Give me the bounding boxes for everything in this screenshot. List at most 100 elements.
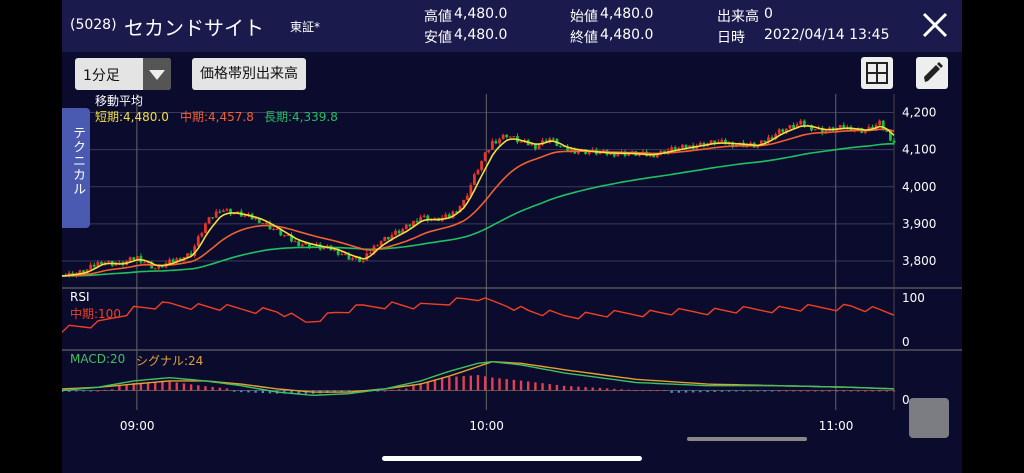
macd-histogram-bar xyxy=(462,376,465,391)
candle-body xyxy=(763,140,767,143)
macd-histogram-bar xyxy=(67,390,71,392)
candle-body xyxy=(107,260,111,263)
candle-body xyxy=(383,236,387,242)
macd-histogram-bar xyxy=(469,375,473,391)
candle-body xyxy=(200,233,204,237)
resize-handle-icon xyxy=(909,398,949,438)
candle-body xyxy=(863,131,867,133)
candle-body xyxy=(537,144,541,149)
macd-histogram-bar xyxy=(878,390,881,392)
candle-body xyxy=(207,217,211,224)
candle-body xyxy=(799,120,803,125)
candle-body xyxy=(376,245,379,247)
candle-body xyxy=(168,259,171,264)
candle-body xyxy=(153,268,157,270)
macd-histogram-bar xyxy=(254,390,257,393)
candle-body xyxy=(551,138,555,140)
macd-histogram-bar xyxy=(146,382,150,391)
macd-histogram-bar xyxy=(240,390,243,393)
candle-body xyxy=(415,220,419,223)
candle-body xyxy=(297,241,301,247)
candle-body xyxy=(361,260,365,262)
macd-histogram-bar xyxy=(785,390,788,392)
candle-body xyxy=(282,235,286,237)
macd-histogram-bar xyxy=(806,390,810,392)
macd-histogram-bar xyxy=(778,390,781,392)
candle-body xyxy=(490,141,494,150)
macd-histogram-bar xyxy=(577,386,580,391)
macd-histogram-bar xyxy=(189,384,193,391)
macd-histogram-bar xyxy=(677,390,681,393)
macd-histogram-bar xyxy=(505,379,508,391)
chart-canvas[interactable]: 4,200 4,100 4,000 3,900 3,800 100 0 0 09:00 10:00… xyxy=(62,0,962,473)
candle-body xyxy=(487,149,491,153)
technical-tab-label: テクニカル xyxy=(70,126,85,196)
candle-body xyxy=(587,151,591,154)
home-indicator[interactable] xyxy=(382,456,642,461)
candle-body xyxy=(498,139,501,144)
price-tick-label: 3,800 xyxy=(902,254,936,268)
candle-body xyxy=(616,153,620,157)
ma-title: 移動平均 xyxy=(95,94,144,108)
macd-histogram-bar xyxy=(670,390,673,393)
candle-body xyxy=(670,147,674,151)
macd-histogram-bar xyxy=(598,387,602,391)
macd-histogram-bar xyxy=(562,385,566,391)
macd-histogram-bar xyxy=(397,389,401,391)
macd-histogram-bar xyxy=(448,377,451,391)
candle-body xyxy=(473,174,476,185)
macd-histogram-bar xyxy=(691,390,695,393)
macd-tick-label: 0 xyxy=(902,393,910,407)
macd-histogram-bar xyxy=(684,390,688,393)
candle-body xyxy=(792,125,795,128)
macd-histogram-bar xyxy=(75,390,78,392)
candle-body xyxy=(211,217,215,219)
macd-histogram-bar xyxy=(770,390,774,392)
candle-body xyxy=(272,229,275,231)
macd-histogram-bar xyxy=(656,390,659,392)
rsi-tick-label: 0 xyxy=(902,335,910,349)
macd-histogram-bar xyxy=(864,390,867,392)
macd-histogram-bar xyxy=(591,387,594,391)
price-tick-label: 4,200 xyxy=(902,106,936,120)
candle-body xyxy=(92,264,96,267)
candle-body xyxy=(519,141,523,143)
macd-histogram-bar xyxy=(175,382,178,391)
macd-histogram-bar xyxy=(871,390,874,392)
candle-body xyxy=(813,129,817,131)
candle-body xyxy=(397,230,401,234)
macd-histogram-bar xyxy=(182,383,186,391)
macd-histogram-bar xyxy=(892,390,896,392)
macd-histogram-bar xyxy=(792,390,795,392)
macd-histogram-bar xyxy=(627,389,630,391)
candle-body xyxy=(559,145,562,147)
macd-histogram-bar xyxy=(634,390,637,392)
macd-histogram-bar xyxy=(390,389,394,391)
macd-histogram-bar xyxy=(605,388,609,391)
candle-body xyxy=(214,211,218,218)
macd-histogram-bar xyxy=(218,387,221,391)
macd-histogram-bar xyxy=(756,390,759,392)
technical-tab[interactable]: テクニカル xyxy=(62,108,90,228)
macd-histogram-bar xyxy=(440,378,444,391)
candle-body xyxy=(892,140,896,143)
price-tick-label: 4,000 xyxy=(902,180,936,194)
macd-histogram-bar xyxy=(856,390,860,392)
candle-body xyxy=(404,224,408,229)
macd-histogram-bar xyxy=(541,383,544,391)
candle-body xyxy=(465,195,469,200)
candle-body xyxy=(204,223,207,234)
macd-histogram-bar xyxy=(799,390,802,392)
candle-body xyxy=(171,259,175,263)
macd-label: MACD:20 xyxy=(70,352,126,366)
time-tick-label: 11:00 xyxy=(819,419,854,433)
candle-body xyxy=(444,214,448,218)
macd-histogram-bar xyxy=(706,390,709,393)
macd-histogram-bar xyxy=(527,381,530,391)
ma-long-label: 長期:4,339.8 xyxy=(264,110,338,124)
candle-body xyxy=(351,258,354,260)
macd-histogram-bar xyxy=(613,388,616,391)
price-tick-label: 4,100 xyxy=(902,143,936,157)
macd-histogram-bar xyxy=(161,381,164,391)
macd-histogram-bar xyxy=(433,380,437,391)
